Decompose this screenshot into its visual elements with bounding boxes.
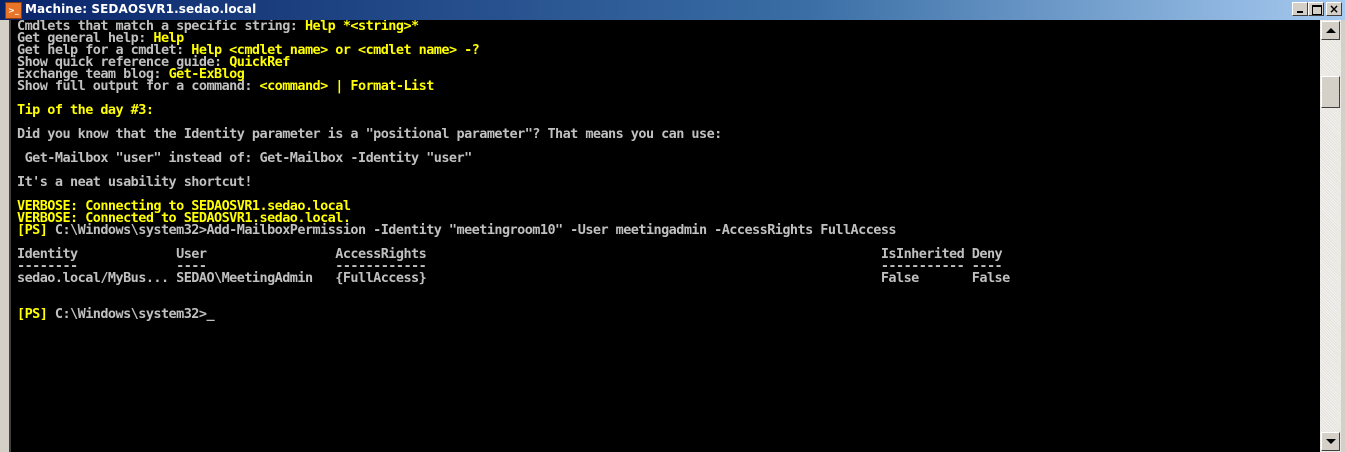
window-controls: ×	[1292, 2, 1342, 18]
vertical-scrollbar[interactable]	[1320, 20, 1341, 452]
window-title: Machine: SEDAOSVR1.sedao.local	[25, 2, 257, 16]
powershell-icon[interactable]: >_	[5, 2, 22, 19]
close-button[interactable]: ×	[1326, 2, 1342, 16]
window-right-frame	[1341, 20, 1345, 452]
console-line: Did you know that the Identity parameter…	[17, 126, 1010, 142]
close-icon: ×	[1328, 2, 1340, 16]
console-text: Show full output for a command:	[17, 78, 260, 94]
console-line: sedao.local/MyBus... SEDAO\MeetingAdmin …	[17, 270, 1010, 286]
console-text: [PS]	[17, 306, 55, 322]
console-text: <command> | Format-List	[259, 78, 435, 94]
console-text: Get-Mailbox "user" instead of: Get-Mailb…	[17, 150, 473, 166]
arrow-down-icon	[1326, 439, 1336, 444]
minimize-icon	[1297, 11, 1303, 13]
console-line: [PS] C:\Windows\system32>_	[17, 306, 1010, 322]
console-text: Help *<string>*	[304, 20, 419, 34]
cursor: _	[206, 306, 215, 322]
console-text: [PS]	[17, 222, 55, 238]
scrollbar-thumb[interactable]	[1321, 76, 1340, 108]
console-text: C:\Windows\system32>Add-MailboxPermissio…	[54, 222, 897, 238]
console-text: Tip of the day #3:	[17, 102, 154, 118]
console-line: Show full output for a command: <command…	[17, 78, 1010, 94]
console-line: Tip of the day #3:	[17, 102, 1010, 118]
console-text: It's a neat usability shortcut!	[17, 174, 252, 190]
maximize-icon	[1312, 5, 1322, 15]
title-bar[interactable]: >_ Machine: SEDAOSVR1.sedao.local ×	[0, 0, 1345, 20]
console-line: It's a neat usability shortcut!	[17, 174, 1010, 190]
powershell-window: >_ Machine: SEDAOSVR1.sedao.local × Cmdl…	[0, 0, 1345, 452]
scroll-up-button[interactable]	[1321, 21, 1340, 40]
console-text: C:\Windows\system32>	[54, 306, 207, 322]
scroll-down-button[interactable]	[1321, 432, 1340, 451]
console-lines: Cmdlets that match a specific string: He…	[17, 20, 1010, 322]
console-text: sedao.local/MyBus... SEDAO\MeetingAdmin …	[17, 270, 1010, 286]
maximize-button[interactable]	[1308, 2, 1324, 16]
window-left-frame	[0, 20, 11, 452]
console-line: Get-Mailbox "user" instead of: Get-Mailb…	[17, 150, 1010, 166]
arrow-up-icon	[1326, 28, 1336, 33]
console-output[interactable]: Cmdlets that match a specific string: He…	[11, 20, 1320, 452]
minimize-button[interactable]	[1292, 2, 1308, 16]
console-line: [PS] C:\Windows\system32>Add-MailboxPerm…	[17, 222, 1010, 238]
console-text: Did you know that the Identity parameter…	[17, 126, 722, 142]
